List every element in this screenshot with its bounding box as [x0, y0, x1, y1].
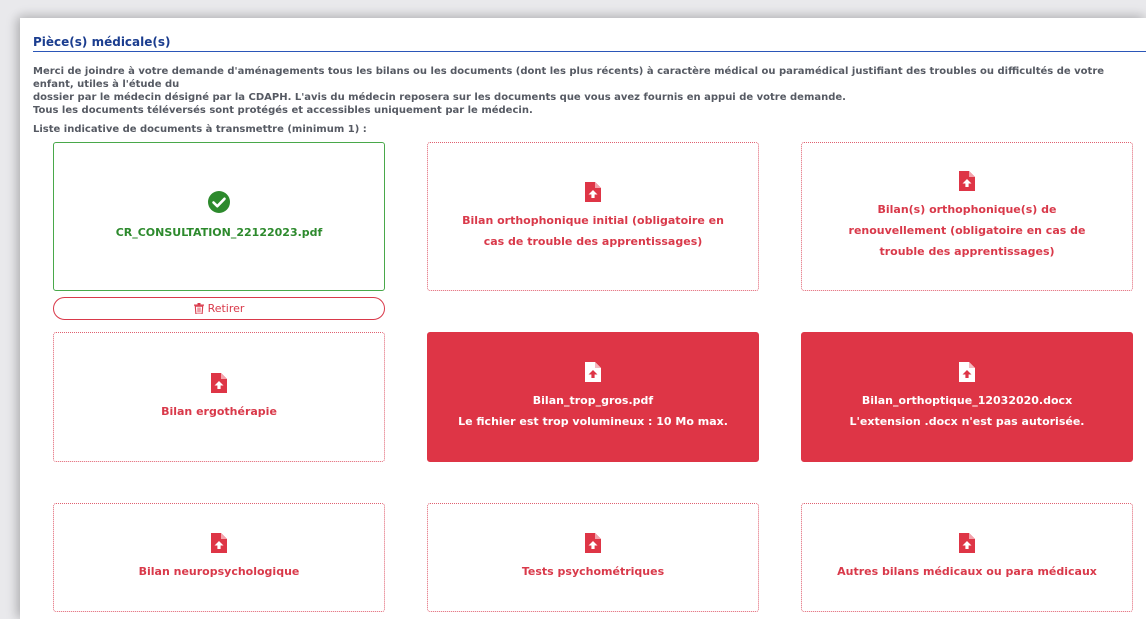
section-title: Pièce(s) médicale(s) — [33, 35, 171, 49]
section-divider — [33, 51, 1146, 52]
trash-icon — [193, 303, 204, 314]
uploaded-document-card[interactable]: CR_CONSULTATION_22122023.pdf — [53, 142, 385, 291]
description-line-2: dossier par le médecin désigné par la CD… — [33, 92, 846, 103]
card-label: Tests psychométriques — [521, 565, 665, 578]
card-label: Bilan neuropsychologique — [138, 565, 300, 578]
upload-card-error-size[interactable]: Bilan_trop_gros.pdf Le fichier est trop … — [427, 332, 759, 462]
description-line-1: Merci de joindre à votre demande d'aména… — [33, 66, 1105, 90]
upload-card-ergotherapie[interactable]: Bilan ergothérapie — [53, 332, 385, 462]
card-label: Bilan(s) orthophonique(s) de renouvellem… — [848, 203, 1086, 258]
upload-card-autres-bilans[interactable]: Autres bilans médicaux ou para médicaux — [801, 503, 1133, 612]
document-list-label: Liste indicative de documents à transmet… — [33, 124, 367, 135]
error-message: Le fichier est trop volumineux : 10 Mo m… — [458, 415, 728, 428]
upload-card-orthophonique-initial[interactable]: Bilan orthophonique initial (obligatoire… — [427, 142, 759, 291]
uploaded-filename: CR_CONSULTATION_22122023.pdf — [115, 226, 323, 239]
medical-documents-panel: Pièce(s) médicale(s) Merci de joindre à … — [20, 18, 1146, 619]
remove-document-button[interactable]: Retirer — [53, 297, 385, 320]
file-upload-icon — [959, 171, 975, 191]
error-message: L'extension .docx n'est pas autorisée. — [849, 415, 1085, 428]
upload-card-orthophonique-renouvellement[interactable]: Bilan(s) orthophonique(s) de renouvellem… — [801, 142, 1133, 291]
file-upload-icon — [211, 372, 227, 393]
file-upload-icon — [585, 533, 601, 553]
check-circle-icon — [208, 191, 230, 213]
card-label: Autres bilans médicaux ou para médicaux — [837, 565, 1097, 578]
file-upload-icon — [585, 181, 601, 202]
card-label: Bilan orthophonique initial (obligatoire… — [462, 213, 724, 248]
file-upload-icon — [585, 362, 601, 382]
section-description: Merci de joindre à votre demande d'aména… — [33, 65, 1139, 136]
upload-card-psychometriques[interactable]: Tests psychométriques — [427, 503, 759, 612]
card-label: Bilan ergothérapie — [161, 404, 277, 418]
upload-card-neuropsychologique[interactable]: Bilan neuropsychologique — [53, 503, 385, 612]
rejected-filename: Bilan_trop_gros.pdf — [532, 394, 654, 407]
remove-label: Retirer — [207, 302, 245, 315]
file-upload-icon — [959, 533, 975, 553]
file-upload-icon — [211, 533, 227, 553]
rejected-filename: Bilan_orthoptique_12032020.docx — [861, 394, 1073, 407]
file-upload-icon — [959, 362, 975, 382]
upload-card-error-extension[interactable]: Bilan_orthoptique_12032020.docx L'extens… — [801, 332, 1133, 462]
description-line-3: Tous les documents téléversés sont proté… — [33, 105, 533, 116]
